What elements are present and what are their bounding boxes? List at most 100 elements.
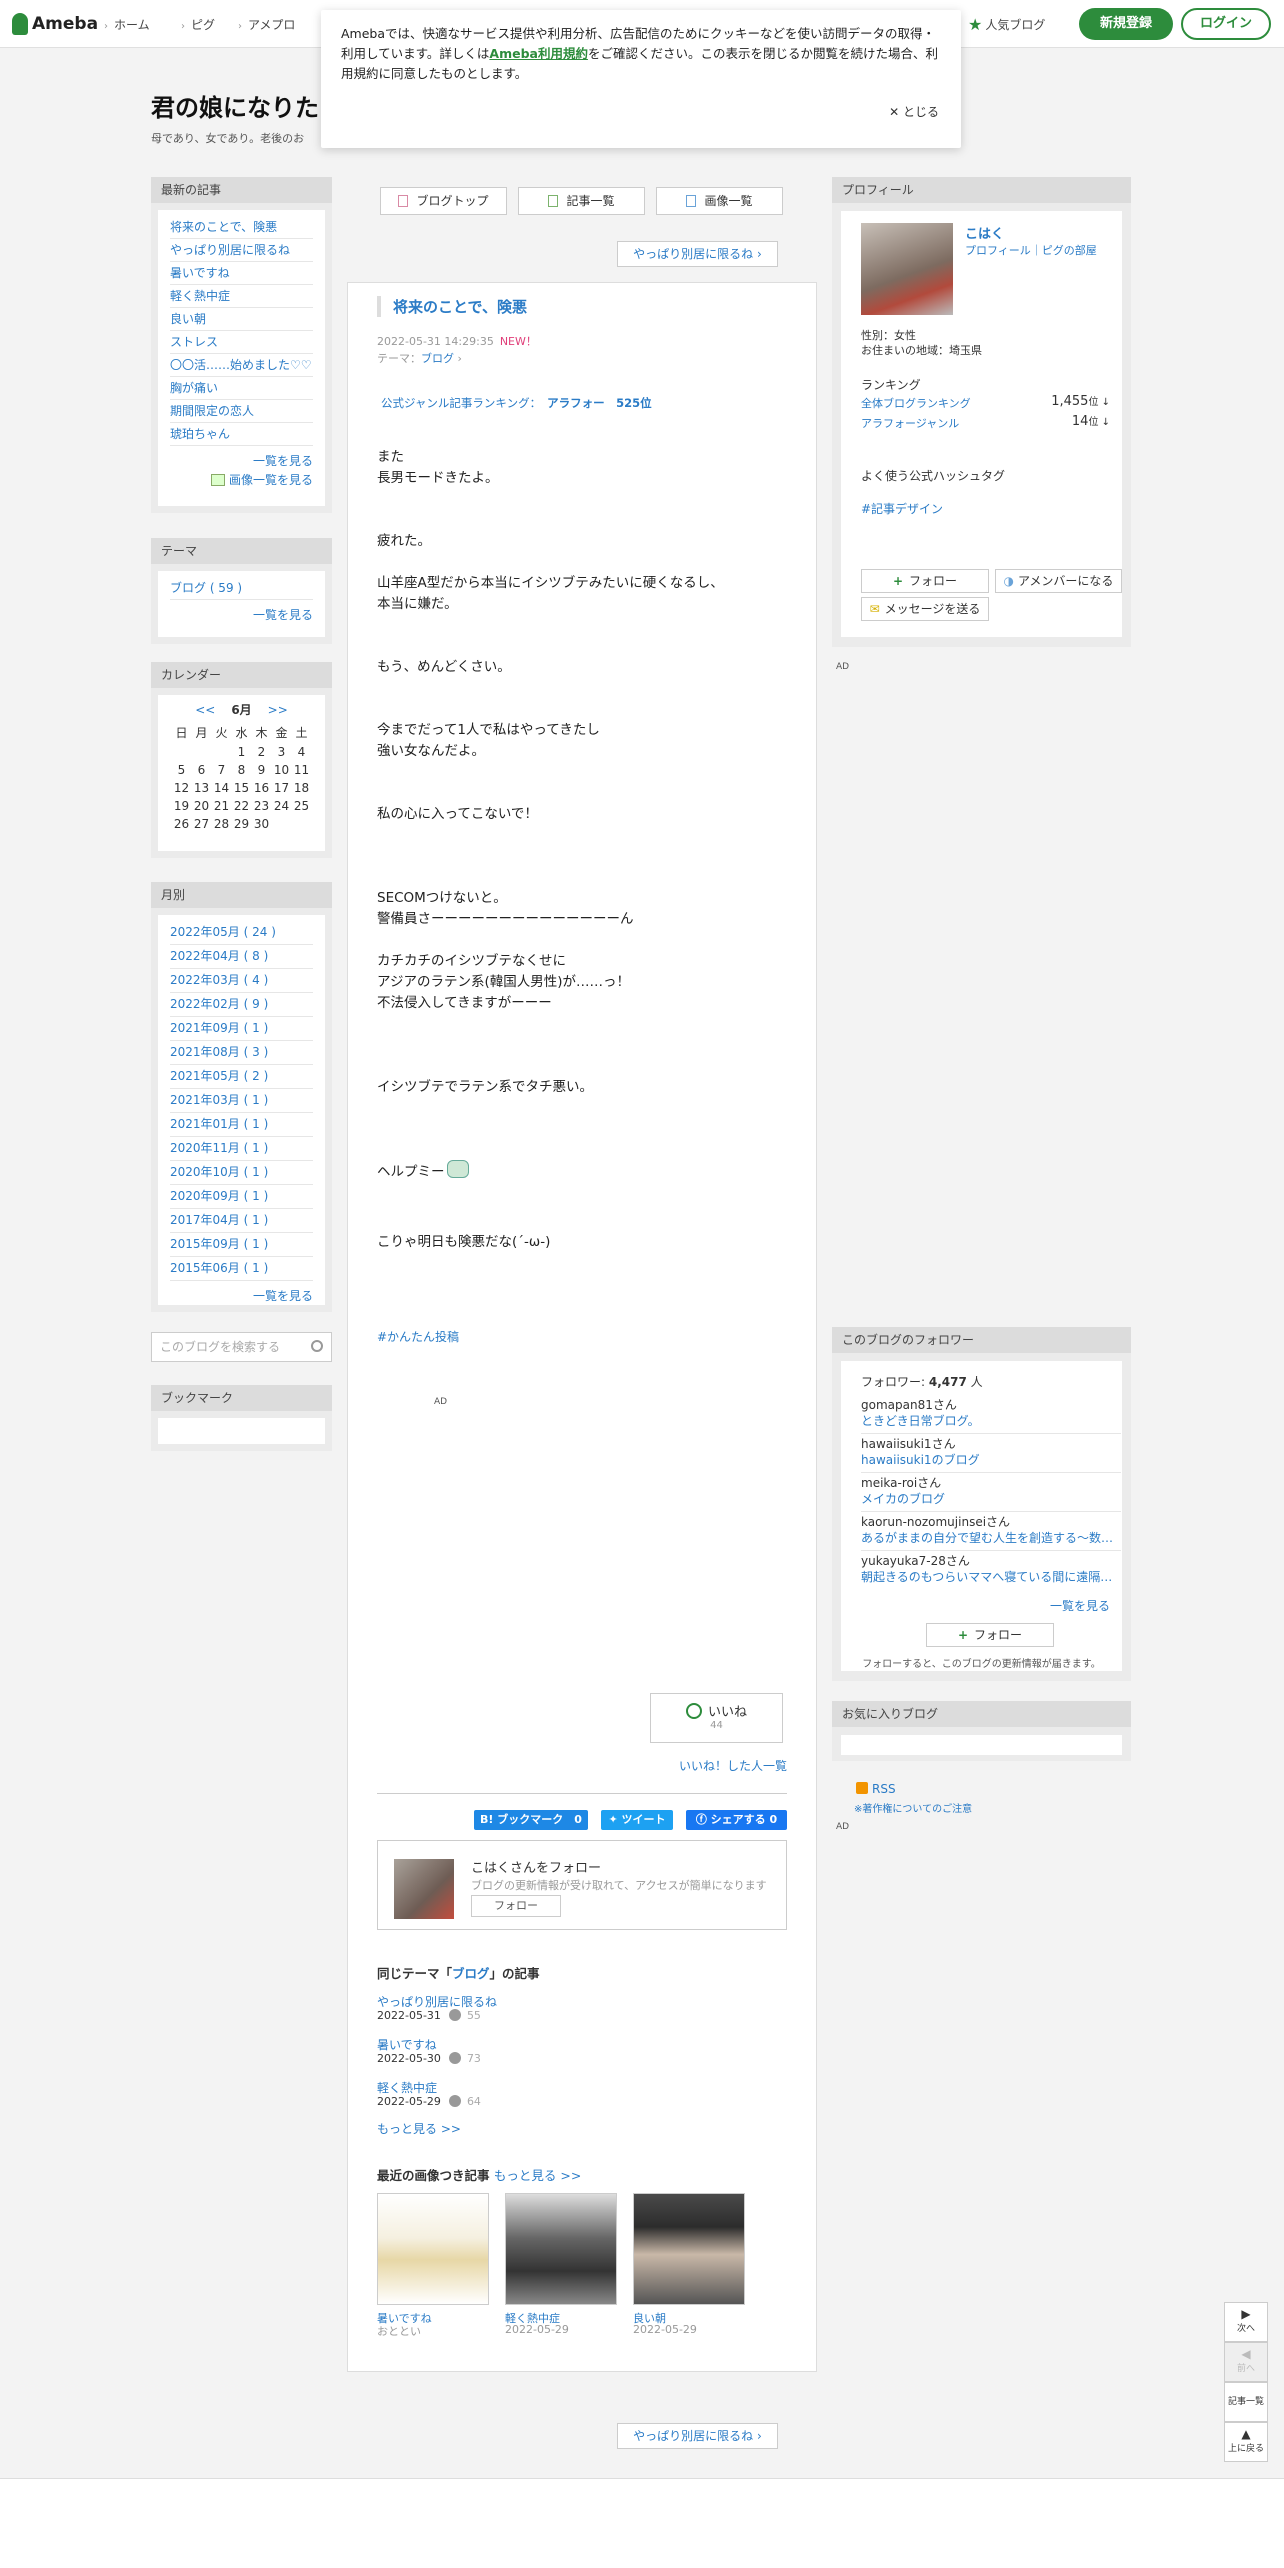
next-entry-button-bottom[interactable]: やっぱり別居に限るね › [617,2423,778,2449]
plus-icon: + [957,1628,969,1642]
monthly-archive-item[interactable]: 2015年06月 ( 1 ) [170,1257,313,1281]
related-entry-title[interactable]: やっぱり別居に限るね [377,1993,497,2010]
like-users-link[interactable]: いいね！した人一覧 [679,1757,787,1774]
latest-post-item[interactable]: やっぱり別居に限るね [170,239,313,262]
monthly-archive-item[interactable]: 2021年01月 ( 1 ) [170,1113,313,1137]
monthly-more-link[interactable]: 一覧を見る [253,1289,313,1303]
close-icon: ✕ [889,105,903,119]
like-icon [448,2009,461,2021]
bookmark-box: ブックマーク [151,1385,332,1451]
tweet-button[interactable]: ✦ ツイート [601,1810,673,1830]
follower-item[interactable]: hawaiisuki1さん hawaiisuki1のブログ [861,1436,1121,1473]
monthly-archive-item[interactable]: 2022年02月 ( 9 ) [170,993,313,1017]
image-entries-more-link[interactable]: もっと見る >> [494,2168,581,2183]
follow-button-followers[interactable]: + フォロー [926,1623,1054,1647]
monthly-archive-item[interactable]: 2022年04月 ( 8 ) [170,945,313,969]
calendar-day: 21 [213,799,230,813]
amember-button[interactable]: ◑ アメンバーになる [995,569,1122,593]
image-entry-thumb[interactable] [633,2193,745,2305]
image-entry-thumb[interactable] [505,2193,617,2305]
follower-item[interactable]: kaorun-nozomujinseiさん あるがままの自分で望む人生を創造する～… [861,1514,1121,1551]
entry-hashtag[interactable]: #かんたん投稿 [377,1328,459,1345]
monthly-archive-item[interactable]: 2017年04月 ( 1 ) [170,1209,313,1233]
latest-post-item[interactable]: 琥珀ちゃん [170,423,313,446]
official-hashtag[interactable]: #記事デザイン [861,500,943,517]
entry-title[interactable]: 将来のことで、険悪 [377,296,527,317]
monthly-archive-item[interactable]: 2021年09月 ( 1 ) [170,1017,313,1041]
monthly-archive-item[interactable]: 2020年11月 ( 1 ) [170,1137,313,1161]
rank-all-label[interactable]: 全体ブログランキング [861,395,971,411]
like-button[interactable]: いいね 44 [650,1693,783,1743]
tab-entry-list[interactable]: 記事一覧 [518,187,645,215]
pager-back-to-top[interactable]: ▲ 上に戻る [1224,2422,1268,2462]
latest-post-item[interactable]: ストレス [170,331,313,354]
profile-links[interactable]: プロフィール｜ピグの部屋 [965,242,1097,258]
related-entry-title[interactable]: 暑いですね [377,2036,437,2053]
login-button[interactable]: ログイン [1181,8,1271,40]
pager-prev[interactable]: ◀ 前へ [1224,2342,1268,2382]
theme-more-link[interactable]: 一覧を見る [253,608,313,622]
monthly-archive-item[interactable]: 2021年08月 ( 3 ) [170,1041,313,1065]
hatena-bookmark-button[interactable]: B! ブックマーク 0 [474,1810,588,1830]
rss-link[interactable]: RSS [856,1782,896,1796]
ameba-logo[interactable]: Ameba [12,12,98,36]
profile-avatar[interactable] [861,223,953,315]
send-message-button[interactable]: ✉ メッセージを送る [861,597,989,621]
register-button[interactable]: 新規登録 [1079,8,1173,40]
follow-button-card[interactable]: フォロー [471,1895,561,1917]
follower-item[interactable]: meika-roiさん メイカのブログ [861,1475,1121,1512]
same-theme-link[interactable]: ブログ [452,1966,490,1981]
latest-post-item[interactable]: 〇〇活……始めました♡♡ [170,354,313,377]
theme-item-blog[interactable]: ブログ ( 59 ) [170,577,313,600]
image-entry-thumb[interactable] [377,2193,489,2305]
latest-post-item[interactable]: 将来のことで、険悪 [170,216,313,239]
arrow-left-icon: ◀ [1241,2347,1251,2361]
calendar-prev[interactable]: << [195,703,215,717]
follower-item[interactable]: gomapan81さん ときどき日常ブログ。 [861,1397,1121,1434]
facebook-share-button[interactable]: ⓕ シェアする 0 [686,1810,787,1830]
blogger-avatar[interactable] [394,1859,454,1919]
nav-amepro[interactable]: › アメプロ [238,16,295,33]
entry-theme-link[interactable]: ブログ [421,352,454,365]
monthly-archive-item[interactable]: 2020年09月 ( 1 ) [170,1185,313,1209]
next-entry-button-top[interactable]: やっぱり別居に限るね › [617,241,778,267]
monthly-archive-item[interactable]: 2015年09月 ( 1 ) [170,1233,313,1257]
entry-list-icon [548,195,559,207]
terms-link[interactable]: Ameba利用規約 [489,46,588,61]
followers-more-link[interactable]: 一覧を見る [1050,1597,1110,1614]
pager-entry-list[interactable]: 記事一覧 [1224,2382,1268,2422]
calendar-day: 22 [233,799,250,813]
latest-post-item[interactable]: 期間限定の恋人 [170,400,313,423]
pager-next[interactable]: ▶ 次へ [1224,2302,1268,2342]
rank-genre-label[interactable]: アラフォージャンル [861,415,959,431]
related-entry-title[interactable]: 軽く熱中症 [377,2079,437,2096]
nav-home[interactable]: › ホーム [104,16,150,33]
image-list-link[interactable]: 画像一覧を見る [229,473,313,487]
latest-post-item[interactable]: 胸が痛い [170,377,313,400]
blog-search-input[interactable]: このブログを検索する [151,1332,332,1362]
related-more-link[interactable]: もっと見る >> [377,2120,461,2137]
profile-name[interactable]: こはく [965,223,1004,242]
monthly-archive-item[interactable]: 2020年10月 ( 1 ) [170,1161,313,1185]
monthly-archive-item[interactable]: 2022年05月 ( 24 ) [170,921,313,945]
blog-title[interactable]: 君の娘になりた [151,88,319,123]
calendar-next[interactable]: >> [268,703,288,717]
genre-ranking[interactable]: 公式ジャンル記事ランキング： アラフォー 525位 [381,395,652,411]
copyright-notice-link[interactable]: ※著作権についてのご注意 [854,1800,972,1815]
cookie-close-button[interactable]: ✕ とじる [889,102,939,122]
tab-blog-top[interactable]: ブログトップ [380,187,507,215]
tab-image-list[interactable]: 画像一覧 [656,187,783,215]
nav-pigg[interactable]: › ピグ [181,16,215,33]
monthly-archive-item[interactable]: 2021年05月 ( 2 ) [170,1065,313,1089]
monthly-archive-item[interactable]: 2021年03月 ( 1 ) [170,1089,313,1113]
follow-button-profile[interactable]: + フォロー [861,569,989,593]
latest-more-link[interactable]: 一覧を見る [253,454,313,468]
nav-popular-blog[interactable]: ★ 人気ブログ [968,15,1045,34]
search-icon[interactable] [311,1340,323,1352]
body-text: カチカチのイシツブテなくせに [377,953,566,969]
latest-post-item[interactable]: 良い朝 [170,308,313,331]
latest-post-item[interactable]: 暑いですね [170,262,313,285]
monthly-archive-item[interactable]: 2022年03月 ( 4 ) [170,969,313,993]
latest-post-item[interactable]: 軽く熱中症 [170,285,313,308]
follower-item[interactable]: yukayuka7-28さん 朝起きるのもつらいママへ寝ている間に遠隔… [861,1553,1121,1589]
